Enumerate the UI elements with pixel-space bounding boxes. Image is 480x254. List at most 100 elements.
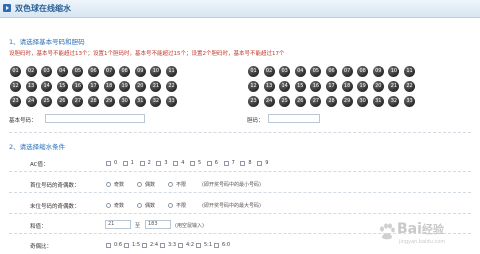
option-checkbox[interactable]: [106, 243, 111, 248]
number-ball[interactable]: 32: [388, 96, 400, 108]
number-ball[interactable]: 04: [294, 66, 306, 77]
option-checkbox[interactable]: [160, 243, 165, 248]
page-title: 双色球在线缩水: [15, 4, 71, 13]
dan-number-input[interactable]: [268, 114, 320, 123]
number-ball[interactable]: 14: [279, 81, 291, 93]
divider: [9, 192, 471, 193]
number-ball[interactable]: 10: [388, 66, 400, 77]
basic-number-input[interactable]: [45, 114, 145, 123]
option-checkbox[interactable]: [142, 243, 147, 248]
number-ball[interactable]: 12: [248, 81, 259, 93]
option-checkbox[interactable]: [173, 161, 179, 166]
option-checkbox[interactable]: [214, 243, 219, 248]
number-ball[interactable]: 28: [88, 96, 99, 108]
number-ball[interactable]: 12: [10, 81, 21, 93]
number-ball[interactable]: 04: [56, 66, 68, 77]
option-checkbox[interactable]: [223, 161, 229, 166]
number-ball[interactable]: 11: [404, 66, 415, 77]
number-ball[interactable]: 17: [88, 81, 99, 93]
number-ball[interactable]: 33: [404, 96, 415, 108]
option-radio[interactable]: [106, 203, 111, 208]
number-ball[interactable]: 08: [119, 66, 131, 77]
option-checkbox[interactable]: [124, 243, 129, 248]
number-ball[interactable]: 18: [103, 81, 115, 93]
number-ball[interactable]: 21: [150, 81, 162, 93]
number-ball[interactable]: 15: [56, 81, 68, 93]
option-radio[interactable]: [106, 182, 111, 187]
option-checkbox[interactable]: [240, 161, 246, 166]
number-ball[interactable]: 21: [388, 81, 400, 93]
number-ball[interactable]: 33: [166, 96, 177, 108]
option-label: 3:3: [168, 242, 177, 248]
option-radio[interactable]: [137, 203, 142, 208]
number-ball[interactable]: 27: [72, 96, 84, 108]
option-label: 不限: [176, 182, 187, 188]
sum-to-input[interactable]: 183: [145, 220, 171, 229]
option-checkbox[interactable]: [106, 161, 111, 166]
number-ball[interactable]: 32: [150, 96, 162, 108]
number-ball[interactable]: 20: [134, 81, 146, 93]
number-ball[interactable]: 20: [372, 81, 384, 93]
number-ball[interactable]: 05: [310, 66, 322, 77]
number-ball[interactable]: 16: [72, 81, 84, 93]
number-ball[interactable]: 28: [326, 96, 337, 108]
option-checkbox[interactable]: [122, 161, 128, 166]
number-ball[interactable]: 31: [134, 96, 146, 108]
option-radio[interactable]: [137, 182, 142, 187]
number-ball[interactable]: 05: [72, 66, 84, 77]
number-ball[interactable]: 01: [248, 66, 259, 77]
number-ball[interactable]: 07: [103, 66, 115, 77]
number-ball[interactable]: 31: [372, 96, 384, 108]
number-ball[interactable]: 22: [166, 81, 177, 93]
option-radio[interactable]: [168, 203, 173, 208]
number-ball[interactable]: 26: [294, 96, 306, 108]
option-checkbox[interactable]: [190, 161, 195, 166]
number-ball[interactable]: 07: [341, 66, 353, 77]
title-bar: 双色球在线缩水: [0, 0, 480, 18]
number-ball[interactable]: 10: [150, 66, 162, 77]
number-ball[interactable]: 11: [166, 66, 177, 77]
number-ball[interactable]: 30: [357, 96, 369, 108]
number-ball[interactable]: 24: [263, 96, 275, 108]
number-ball[interactable]: 15: [294, 81, 306, 93]
option-checkbox[interactable]: [257, 161, 263, 166]
number-ball[interactable]: 25: [41, 96, 53, 108]
number-ball[interactable]: 24: [25, 96, 37, 108]
number-ball[interactable]: 23: [248, 96, 259, 108]
number-ball[interactable]: 13: [25, 81, 37, 93]
option-radio[interactable]: [168, 182, 173, 187]
number-ball[interactable]: 02: [25, 66, 37, 77]
number-ball[interactable]: 03: [279, 66, 291, 77]
number-ball[interactable]: 16: [310, 81, 322, 93]
number-ball[interactable]: 03: [41, 66, 53, 77]
option-checkbox[interactable]: [139, 161, 145, 166]
option-checkbox[interactable]: [196, 243, 201, 248]
number-ball[interactable]: 29: [341, 96, 353, 108]
number-ball[interactable]: 26: [56, 96, 68, 108]
number-ball[interactable]: 29: [103, 96, 115, 108]
number-ball[interactable]: 19: [357, 81, 369, 93]
option-checkbox[interactable]: [206, 161, 212, 166]
number-ball[interactable]: 09: [372, 66, 384, 77]
number-ball[interactable]: 30: [119, 96, 131, 108]
number-ball[interactable]: 01: [10, 66, 21, 77]
option-label: 6:0: [222, 242, 231, 248]
number-ball[interactable]: 19: [119, 81, 131, 93]
number-ball[interactable]: 02: [263, 66, 275, 77]
number-ball[interactable]: 25: [279, 96, 291, 108]
number-ball[interactable]: 22: [404, 81, 415, 93]
number-ball[interactable]: 06: [326, 66, 337, 77]
number-ball[interactable]: 18: [341, 81, 353, 93]
option-checkbox[interactable]: [156, 161, 162, 166]
number-ball[interactable]: 27: [310, 96, 322, 108]
number-ball[interactable]: 14: [41, 81, 53, 93]
option-label: 5: [198, 160, 202, 166]
number-ball[interactable]: 17: [326, 81, 337, 93]
number-ball[interactable]: 23: [10, 96, 21, 108]
number-ball[interactable]: 08: [357, 66, 369, 77]
number-ball[interactable]: 13: [263, 81, 275, 93]
option-checkbox[interactable]: [178, 243, 183, 248]
number-ball[interactable]: 09: [134, 66, 146, 77]
sum-from-input[interactable]: 21: [105, 220, 131, 229]
number-ball[interactable]: 06: [88, 66, 99, 77]
